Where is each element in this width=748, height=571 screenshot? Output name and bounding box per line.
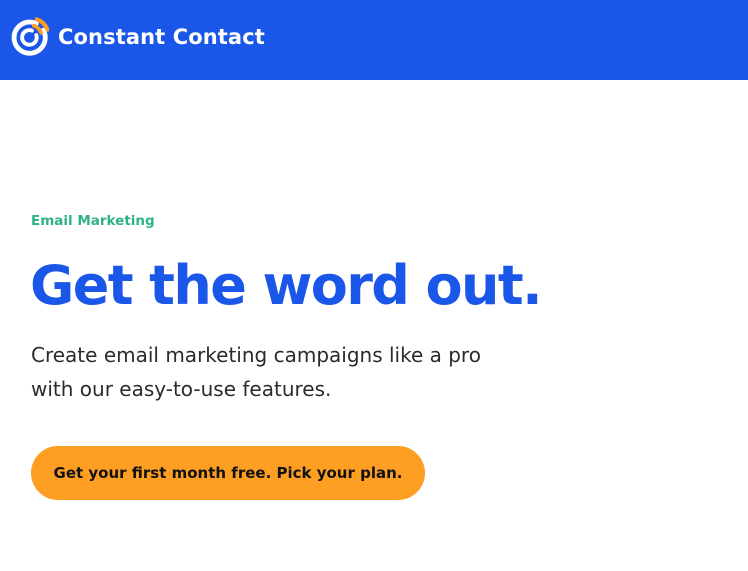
constant-contact-logo-icon [11,17,49,56]
hero-subhead: Create email marketing campaigns like a … [31,338,571,406]
brand-name: Constant Contact [58,25,265,49]
home-logo-link[interactable]: Constant Contact [10,17,265,57]
subhead-line-1: Create email marketing campaigns like a … [31,343,481,367]
subhead-line-2: with our easy-to-use features. [31,377,332,401]
hero-headline: Get the word out. [30,254,543,317]
site-header: Constant Contact [0,0,748,80]
pick-plan-button[interactable]: Get your first month free. Pick your pla… [31,446,425,500]
eyebrow-label: Email Marketing [31,213,155,229]
